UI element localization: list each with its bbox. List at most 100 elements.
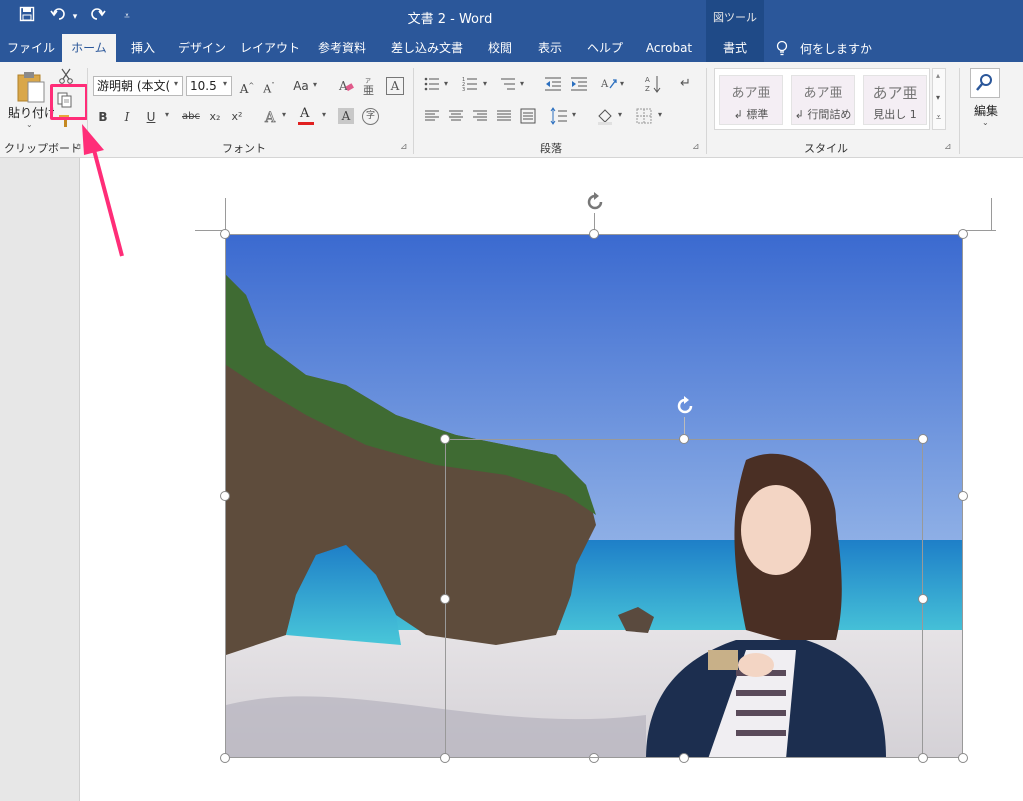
borders-icon[interactable] <box>636 108 652 124</box>
tab-review[interactable]: 校閲 <box>478 34 522 62</box>
decrease-indent-icon[interactable] <box>544 76 562 92</box>
text-direction-dropdown-icon[interactable]: ▾ <box>620 79 624 88</box>
numbering-icon[interactable]: 123 <box>462 76 478 93</box>
save-icon[interactable] <box>16 6 38 28</box>
borders-dropdown-icon[interactable]: ▾ <box>658 110 662 119</box>
font-color-button[interactable]: A <box>298 106 316 126</box>
woman-image[interactable] <box>445 439 923 758</box>
tab-layout[interactable]: レイアウト <box>238 34 302 62</box>
bold-button[interactable]: B <box>96 108 110 126</box>
increase-indent-icon[interactable] <box>570 76 588 92</box>
align-center-icon[interactable] <box>448 108 464 124</box>
tab-design[interactable]: デザイン <box>172 34 232 62</box>
cut-icon[interactable] <box>58 68 74 84</box>
resize-handle-e[interactable] <box>958 491 968 501</box>
underline-dropdown-icon[interactable]: ▾ <box>165 110 169 119</box>
line-spacing-icon[interactable] <box>550 107 568 125</box>
clipboard-launcher-icon[interactable]: ⊿ <box>74 142 82 152</box>
tab-references[interactable]: 参考資料 <box>310 34 374 62</box>
inner-rotate-icon[interactable] <box>674 395 696 417</box>
font-color-dropdown-icon[interactable]: ▾ <box>322 110 326 119</box>
resize-handle-s[interactable] <box>679 753 689 763</box>
undo-dropdown-icon[interactable]: ▾ <box>70 6 80 28</box>
shrink-font-icon[interactable]: Aˇ <box>260 77 278 96</box>
line-spacing-dropdown-icon[interactable]: ▾ <box>572 110 576 119</box>
tab-acrobat[interactable]: Acrobat <box>638 34 700 62</box>
subscript-button[interactable]: x₂ <box>206 108 224 126</box>
resize-handle-n[interactable] <box>589 229 599 239</box>
editing-label[interactable]: 編集 <box>974 102 998 119</box>
resize-handle-w[interactable] <box>440 594 450 604</box>
resize-handle-se[interactable] <box>918 753 928 763</box>
superscript-button[interactable]: x² <box>228 108 246 126</box>
numbering-dropdown-icon[interactable]: ▾ <box>483 79 487 88</box>
paste-icon[interactable] <box>14 70 48 104</box>
bullets-icon[interactable] <box>424 76 440 92</box>
tab-mailings[interactable]: 差し込み文書 <box>384 34 470 62</box>
paste-dropdown-icon[interactable]: ⌄ <box>26 120 33 129</box>
shading-icon[interactable] <box>596 107 614 125</box>
underline-button[interactable]: U <box>144 108 158 126</box>
redo-icon[interactable] <box>86 6 108 28</box>
styles-gallery-scroll[interactable]: ▴ ▾ ⩡ <box>932 68 946 130</box>
style-no-spacing[interactable]: あア亜 ↲ 行間詰め <box>791 75 855 125</box>
tab-file[interactable]: ファイル <box>4 34 58 62</box>
tab-insert[interactable]: 挿入 <box>120 34 166 62</box>
change-case-dropdown-icon[interactable]: ▾ <box>313 80 317 89</box>
italic-button[interactable]: I <box>120 108 134 126</box>
text-direction-icon[interactable]: A <box>600 76 618 92</box>
enclose-characters-icon[interactable]: A <box>386 77 404 95</box>
strikethrough-button[interactable]: abc <box>180 108 202 126</box>
editing-dropdown-icon[interactable]: ⌄ <box>982 118 989 127</box>
show-formatting-marks-icon[interactable]: ↵ <box>680 76 694 92</box>
grow-font-icon[interactable]: A^ <box>238 77 256 96</box>
resize-handle-sw[interactable] <box>440 753 450 763</box>
resize-handle-w[interactable] <box>220 491 230 501</box>
gallery-more-icon[interactable]: ⩡ <box>936 113 941 123</box>
distributed-icon[interactable] <box>520 108 536 124</box>
phonetic-guide-icon[interactable]: ア亜 <box>362 76 376 97</box>
tab-view[interactable]: 表示 <box>530 34 570 62</box>
outer-rotate-icon[interactable] <box>584 191 606 213</box>
paragraph-launcher-icon[interactable]: ⊿ <box>692 142 700 152</box>
align-left-icon[interactable] <box>424 108 440 124</box>
scroll-up-icon[interactable]: ▴ <box>936 71 940 80</box>
undo-icon[interactable] <box>48 6 70 28</box>
resize-handle-se[interactable] <box>958 753 968 763</box>
paste-button-label[interactable]: 貼り付け <box>8 104 54 121</box>
resize-handle-nw[interactable] <box>440 434 450 444</box>
tab-home[interactable]: ホーム <box>62 34 116 62</box>
resize-handle-sw[interactable] <box>220 753 230 763</box>
style-heading-1[interactable]: あア亜 見出し 1 <box>863 75 927 125</box>
tell-me-search[interactable]: 何をしますか <box>800 40 872 57</box>
resize-handle-ne[interactable] <box>958 229 968 239</box>
text-effects-icon[interactable]: A <box>262 108 280 127</box>
font-name-select[interactable]: 游明朝 (本文( <box>93 76 183 96</box>
font-launcher-icon[interactable]: ⊿ <box>400 142 408 152</box>
font-size-dropdown-icon[interactable]: ▾ <box>223 79 227 88</box>
enclosed-characters-icon[interactable]: 字 <box>362 108 379 125</box>
document-page[interactable] <box>80 158 1023 801</box>
resize-handle-n[interactable] <box>679 434 689 444</box>
clear-formatting-icon[interactable]: A <box>338 78 354 94</box>
multilevel-list-dropdown-icon[interactable]: ▾ <box>520 79 524 88</box>
character-shading-icon[interactable]: A <box>338 108 354 124</box>
multilevel-list-icon[interactable] <box>500 76 516 92</box>
tab-picture-format[interactable]: 書式 <box>706 34 764 62</box>
resize-handle-ne[interactable] <box>918 434 928 444</box>
editing-button[interactable] <box>970 68 1000 98</box>
change-case-button[interactable]: Aa <box>290 77 312 95</box>
justify-icon[interactable] <box>496 108 512 124</box>
style-normal[interactable]: あア亜 ↲ 標準 <box>719 75 783 125</box>
sort-icon[interactable]: AZ <box>644 74 662 94</box>
shading-dropdown-icon[interactable]: ▾ <box>618 110 622 119</box>
font-name-dropdown-icon[interactable]: ▾ <box>174 79 178 88</box>
styles-launcher-icon[interactable]: ⊿ <box>944 142 952 152</box>
tab-help[interactable]: ヘルプ <box>580 34 630 62</box>
resize-handle-nw[interactable] <box>220 229 230 239</box>
bullets-dropdown-icon[interactable]: ▾ <box>444 79 448 88</box>
customize-quick-access-icon[interactable]: ⩡ <box>116 6 138 28</box>
align-right-icon[interactable] <box>472 108 488 124</box>
scroll-down-icon[interactable]: ▾ <box>936 93 940 102</box>
text-effects-dropdown-icon[interactable]: ▾ <box>282 110 286 119</box>
